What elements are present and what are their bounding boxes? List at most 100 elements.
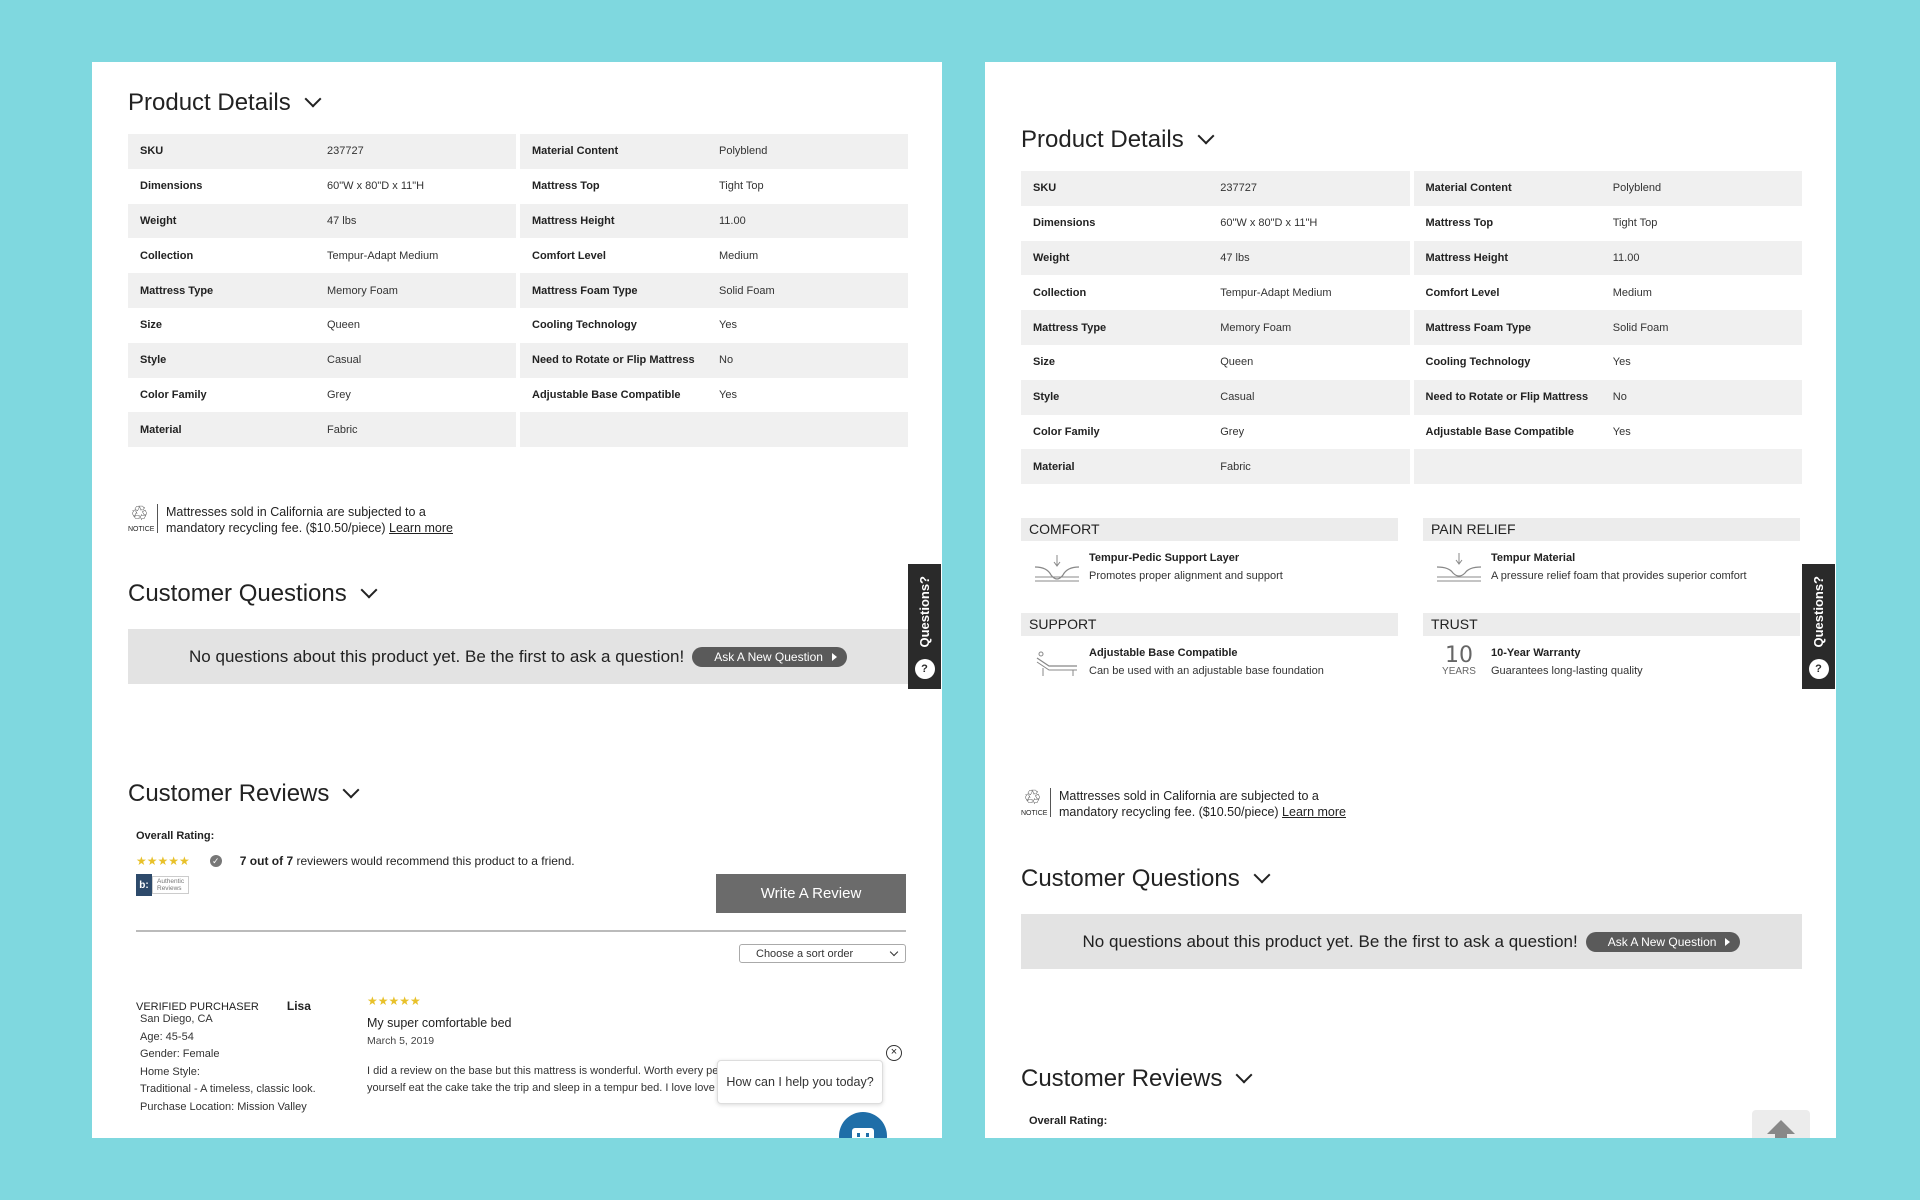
customer-reviews-section: Customer Reviews	[1021, 1062, 1802, 1096]
review-author-meta: VERIFIED PURCHASER Lisa San Diego, CA Ag…	[136, 995, 316, 1116]
details-row: Mattress Foam Type Solid Foam	[1413, 310, 1802, 345]
reviewer-home-style-label: Home Style:	[140, 1065, 200, 1078]
details-row: Color Family Grey	[1033, 425, 1245, 438]
customer-reviews-toggle[interactable]: Customer Reviews	[128, 777, 908, 811]
chevron-down-icon	[304, 90, 322, 108]
details-row: SKU 237727	[128, 134, 516, 169]
recommend-text: 7 out of 7 reviewers would recommend thi…	[239, 854, 575, 868]
learn-more-link[interactable]: Learn more	[389, 521, 453, 535]
questions-empty-text: No questions about this product yet. Be …	[189, 646, 685, 666]
customer-questions-toggle[interactable]: Customer Questions	[128, 577, 908, 611]
review-stars: ★★★★★	[367, 994, 421, 1008]
details-row: Comfort Level Medium	[532, 249, 759, 262]
details-row: Mattress Height 11.00	[1413, 240, 1802, 276]
reviewer-gender: Gender: Female	[140, 1048, 220, 1060]
overall-stars: ★★★★★	[136, 854, 190, 868]
reviewer-name: Lisa	[286, 999, 311, 1013]
details-row: Material Fabric	[128, 412, 516, 448]
feature-highlights: COMFORT Tempur-Pedic Support Layer Promo…	[1021, 518, 1802, 680]
sort-order-select[interactable]: Choose a sort order	[739, 944, 906, 963]
details-row: Style Casual	[128, 342, 516, 378]
product-details-section: Product Details	[128, 86, 908, 120]
question-bubble-icon: ?	[1808, 659, 1829, 679]
warranty-icon: 10 YEARS	[1442, 643, 1476, 678]
details-row: Adjustable Base Compatible Yes	[532, 388, 737, 401]
product-details-toggle[interactable]: Product Details	[128, 86, 908, 120]
feature-description: Promotes proper alignment and support	[1089, 570, 1283, 582]
ask-new-question-button[interactable]: Ask A New Question	[692, 646, 847, 667]
recycling-notice: ♲ NOTICE Mattresses sold in California a…	[1021, 788, 1802, 820]
arrow-up-icon	[1767, 1120, 1795, 1138]
reviewer-purchase-location: Purchase Location: Mission Valley	[140, 1100, 307, 1113]
notice-line: Mattresses sold in California are subjec…	[1059, 789, 1319, 803]
chevron-down-icon	[360, 581, 378, 599]
details-row: Mattress Top Tight Top	[1425, 217, 1658, 230]
details-row: Style Casual	[1021, 379, 1410, 415]
details-row: Mattress Type Memory Foam	[1021, 310, 1410, 345]
details-row: Mattress Height 11.00	[520, 203, 908, 239]
reviewer-location: San Diego, CA	[140, 1013, 213, 1025]
details-row: Dimensions 60"W x 80"D x 11"H	[140, 180, 425, 193]
support-layer-icon	[1034, 555, 1080, 582]
authentic-reviews-logo-icon: b:	[136, 874, 152, 896]
customer-questions-toggle[interactable]: Customer Questions	[1021, 862, 1802, 896]
feature-card: TRUST 10 YEARS 10-Year Warranty Guarante…	[1423, 613, 1800, 680]
product-details-section: Product Details	[1021, 123, 1802, 157]
reviewer-home-style: Traditional - A timeless, classic look.	[140, 1083, 316, 1095]
chevron-down-icon	[342, 781, 360, 799]
right-page-panel: Product Details SKU 237727 Dimensions 60"W…	[985, 62, 1836, 1138]
notice-line: mandatory recycling fee. ($10.50/piece)	[166, 521, 386, 535]
reviews-divider	[136, 930, 906, 932]
notice-logo: ♲ NOTICE	[1021, 788, 1051, 817]
details-column-right: Material Content Polyblend Mattress Top Ti…	[1413, 171, 1802, 485]
details-column-left: SKU 237727 Dimensions 60"W x 80"D x 11"H W…	[128, 134, 516, 448]
customer-questions-title: Customer Questions	[1021, 865, 1240, 892]
product-details-table: SKU 237727 Dimensions 60"W x 80"D x 11"H W…	[128, 134, 908, 448]
chevron-down-icon	[1253, 866, 1271, 884]
write-review-button[interactable]: Write A Review	[716, 874, 906, 913]
details-row: Need to Rotate or Flip Mattress No	[1413, 379, 1802, 415]
reviewer-age: Age: 45-54	[140, 1030, 194, 1043]
ask-new-question-button[interactable]: Ask A New Question	[1585, 931, 1741, 952]
details-column-right: Material Content Polyblend Mattress Top Ti…	[520, 134, 908, 448]
feature-description: A pressure relief foam that provides sup…	[1491, 570, 1747, 582]
adjustable-base-icon	[1036, 651, 1077, 676]
recycle-icon: ♲	[1023, 787, 1042, 809]
chevron-down-icon	[1197, 127, 1215, 145]
recycling-notice: ♲ NOTICE Mattresses sold in California a…	[128, 504, 908, 536]
details-row: Adjustable Base Compatible Yes	[1425, 425, 1631, 438]
overall-rating-label: Overall Rating:	[1029, 1115, 1108, 1127]
questions-side-tab[interactable]: Questions? ?	[1802, 564, 1835, 689]
chat-robot-icon	[852, 1128, 874, 1138]
chevron-down-icon	[889, 947, 899, 957]
questions-side-tab[interactable]: Questions? ?	[908, 564, 941, 689]
customer-questions-section: Customer Questions No questions about th…	[128, 577, 908, 684]
chat-launcher-button[interactable]	[839, 1112, 887, 1138]
caret-right-icon	[1725, 937, 1731, 946]
feature-card: COMFORT Tempur-Pedic Support Layer Promo…	[1021, 518, 1398, 585]
details-row: Cooling Technology Yes	[532, 319, 737, 332]
product-details-toggle[interactable]: Product Details	[1021, 123, 1802, 157]
question-bubble-icon: ?	[914, 659, 935, 679]
learn-more-link[interactable]: Learn more	[1282, 805, 1346, 819]
overall-rating-label: Overall Rating:	[136, 830, 215, 842]
feature-heading: PAIN RELIEF	[1423, 518, 1800, 541]
customer-reviews-toggle[interactable]: Customer Reviews	[1021, 1062, 1802, 1096]
details-row: Weight 47 lbs	[1021, 240, 1410, 276]
feature-title: Tempur Material	[1491, 552, 1576, 564]
customer-questions-section: Customer Questions No questions about th…	[1021, 862, 1802, 969]
back-to-top-button[interactable]	[1752, 1110, 1810, 1138]
details-row: Weight 47 lbs	[128, 203, 516, 239]
chat-prompt-bubble[interactable]: How can I help you today?	[717, 1060, 883, 1104]
caret-right-icon	[831, 652, 837, 661]
notice-line: mandatory recycling fee. ($10.50/piece)	[1059, 805, 1279, 819]
chat-close-button[interactable]: ×	[886, 1045, 902, 1061]
left-page-panel: Product Details SKU 237727 Dimensions 60"W…	[92, 62, 942, 1138]
check-circle-icon: ✓	[209, 855, 222, 867]
customer-reviews-title: Customer Reviews	[128, 780, 330, 807]
details-row: Size Queen	[140, 319, 361, 332]
details-column-left: SKU 237727 Dimensions 60"W x 80"D x 11"H W…	[1021, 171, 1410, 485]
product-details-title: Product Details	[1021, 126, 1184, 153]
review-body: I did a review on the base but this matt…	[367, 1065, 717, 1094]
details-row: Material Fabric	[1021, 449, 1410, 485]
